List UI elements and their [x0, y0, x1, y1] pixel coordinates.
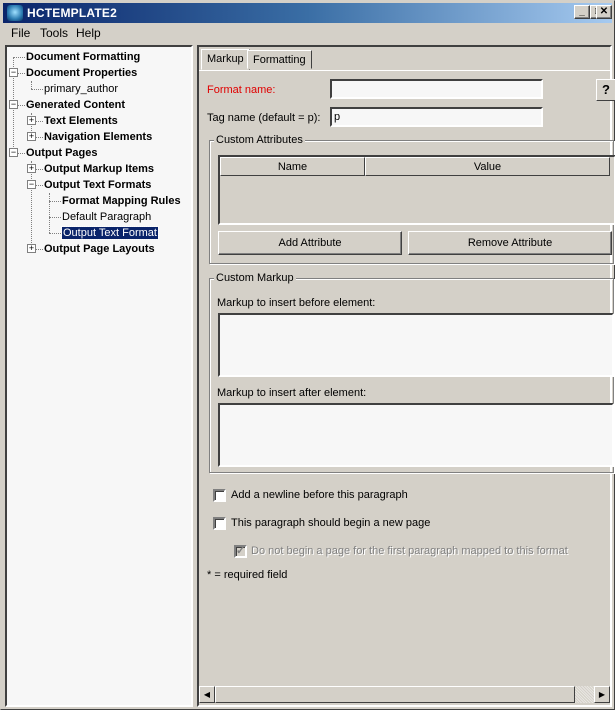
markup-tab-panel: Format name: ? Tag name (default = p): p… — [199, 70, 615, 684]
close-button[interactable]: ✕ — [596, 5, 612, 19]
tree-item-label: Output Text Formats — [44, 179, 152, 191]
tree-item-label: Text Elements — [44, 115, 118, 127]
tree-item[interactable]: Output Pages — [26, 145, 98, 161]
tree-item-label: Output Page Layouts — [44, 243, 155, 255]
menu-file[interactable]: File — [11, 26, 30, 40]
custom-attributes-group: Custom Attributes Name Value Add Attribu… — [209, 134, 615, 264]
collapse-icon[interactable]: − — [9, 68, 18, 77]
menu-tools[interactable]: Tools — [40, 26, 68, 40]
tree-item[interactable]: Output Markup Items — [44, 161, 154, 177]
tree-connector — [13, 57, 25, 58]
tree-item-label: Default Paragraph — [62, 211, 152, 223]
properties-panel: Markup Formatting Format name: ? Tag nam… — [197, 45, 615, 707]
scrollbar-thumb[interactable] — [215, 686, 575, 703]
tree-item[interactable]: Document Formatting — [26, 49, 140, 65]
tree-item-label: Output Text Format — [61, 226, 159, 240]
tree-guide-line — [49, 193, 50, 233]
column-header-value[interactable]: Value — [365, 157, 610, 176]
format-name-input[interactable] — [330, 79, 543, 99]
add-attribute-button[interactable]: Add Attribute — [218, 231, 402, 255]
tree-item-label: Format Mapping Rules — [62, 195, 181, 207]
tree-item[interactable]: Format Mapping Rules — [62, 193, 181, 209]
new-page-label[interactable]: This paragraph should begin a new page — [231, 517, 430, 529]
newline-before-label[interactable]: Add a newline before this paragraph — [231, 489, 408, 501]
tree-item-label: Output Markup Items — [44, 163, 155, 175]
title-bar[interactable]: HCTEMPLATE2 _ □ — [3, 3, 612, 23]
tag-name-input[interactable]: p — [330, 107, 543, 127]
expand-icon[interactable]: + — [27, 116, 36, 125]
minimize-button[interactable]: _ — [574, 5, 590, 19]
tree-item-label: Generated Content — [26, 99, 126, 111]
menu-bar: File Tools Help — [3, 24, 612, 42]
remove-attribute-button[interactable]: Remove Attribute — [408, 231, 612, 255]
tree-item[interactable]: primary_author — [44, 81, 118, 97]
tag-name-label: Tag name (default = p): — [207, 112, 321, 124]
checkmark-icon: ✓ — [236, 545, 246, 557]
tree-connector — [31, 89, 43, 90]
tree-item-label: primary_author — [44, 83, 118, 95]
tree-item[interactable]: Document Properties — [26, 65, 137, 81]
expand-icon[interactable]: + — [27, 164, 36, 173]
new-page-checkbox[interactable] — [213, 517, 226, 530]
expand-icon[interactable]: + — [27, 244, 36, 253]
skip-first-page-label: Do not begin a page for the first paragr… — [251, 545, 568, 557]
app-window: HCTEMPLATE2 _ □ ✕ File Tools Help Docume… — [0, 0, 615, 710]
custom-attributes-legend: Custom Attributes — [214, 134, 305, 146]
markup-after-label: Markup to insert after element: — [217, 387, 367, 399]
tree-item[interactable]: Default Paragraph — [62, 209, 151, 225]
tree-connector — [49, 233, 61, 234]
help-button[interactable]: ? — [596, 79, 615, 101]
collapse-icon[interactable]: − — [27, 180, 36, 189]
tree-item-label: Document Properties — [26, 67, 138, 79]
collapse-icon[interactable]: − — [9, 100, 18, 109]
navigation-tree[interactable]: Document Formatting − Document Properties p… — [5, 45, 193, 707]
expand-icon[interactable]: + — [27, 132, 36, 141]
scroll-right-arrow-icon[interactable]: ▶ — [594, 686, 610, 703]
tree-connector — [49, 201, 61, 202]
custom-markup-legend: Custom Markup — [214, 272, 296, 284]
tree-item-label: Output Pages — [26, 147, 98, 159]
tree-connector — [49, 217, 61, 218]
column-header-name[interactable]: Name — [220, 157, 365, 176]
tree-item[interactable]: Output Page Layouts — [44, 241, 155, 257]
menu-help[interactable]: Help — [76, 26, 101, 40]
required-field-note: * = required field — [207, 569, 288, 581]
custom-markup-group: Custom Markup Markup to insert before el… — [209, 272, 614, 473]
attributes-table[interactable]: Name Value — [218, 155, 615, 225]
app-icon — [7, 5, 23, 21]
tab-formatting[interactable]: Formatting — [247, 50, 312, 69]
tree-item[interactable]: Generated Content — [26, 97, 125, 113]
horizontal-scrollbar[interactable]: ◀ ▶ — [199, 686, 610, 703]
markup-after-textarea[interactable] — [218, 403, 614, 467]
newline-before-checkbox[interactable] — [213, 489, 226, 502]
skip-first-page-checkbox: ✓ — [234, 545, 247, 558]
tree-item-label: Document Formatting — [26, 51, 141, 63]
format-name-label: Format name: — [207, 84, 276, 96]
tree-item[interactable]: Navigation Elements — [44, 129, 152, 145]
collapse-icon[interactable]: − — [9, 148, 18, 157]
markup-before-label: Markup to insert before element: — [217, 297, 376, 309]
tab-markup[interactable]: Markup — [201, 49, 250, 70]
tree-item-label: Navigation Elements — [44, 131, 153, 143]
tree-item[interactable]: Text Elements — [44, 113, 118, 129]
tree-item[interactable]: Output Text Formats — [44, 177, 151, 193]
scroll-left-arrow-icon[interactable]: ◀ — [199, 686, 215, 703]
tree-guide-line — [31, 161, 32, 249]
tree-guide-line — [31, 81, 32, 89]
markup-before-textarea[interactable] — [218, 313, 614, 377]
window-title: HCTEMPLATE2 — [27, 6, 117, 20]
tree-item[interactable]: Output Text Format — [61, 225, 159, 241]
